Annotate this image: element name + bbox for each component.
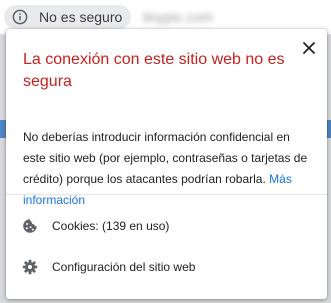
close-button[interactable] <box>301 40 317 56</box>
cookie-icon <box>21 217 39 235</box>
site-info-popup: La conexión con este sitio web no es seg… <box>6 29 327 299</box>
warning-text: No deberías introducir información confi… <box>23 130 308 186</box>
site-settings-label: Configuración del sitio web <box>52 260 196 274</box>
cookies-row[interactable]: Cookies: (139 en uso) <box>6 206 327 246</box>
cookies-label: Cookies: (139 en uso) <box>52 219 169 233</box>
info-icon <box>12 9 28 25</box>
cookies-count: (139 en uso) <box>102 219 170 233</box>
cookies-label-text: Cookies: <box>52 219 99 233</box>
popup-title: La conexión con este sitio web no es seg… <box>23 51 285 90</box>
security-chip-label: No es seguro <box>39 9 123 25</box>
security-chip[interactable]: No es seguro <box>4 5 131 29</box>
popup-body: No deberías introducir información confi… <box>23 127 313 211</box>
url-text[interactable]: tinypic.com <box>143 9 213 25</box>
gear-icon <box>21 258 39 276</box>
close-icon <box>303 42 315 54</box>
site-settings-row[interactable]: Configuración del sitio web <box>6 247 327 287</box>
divider <box>6 194 327 195</box>
